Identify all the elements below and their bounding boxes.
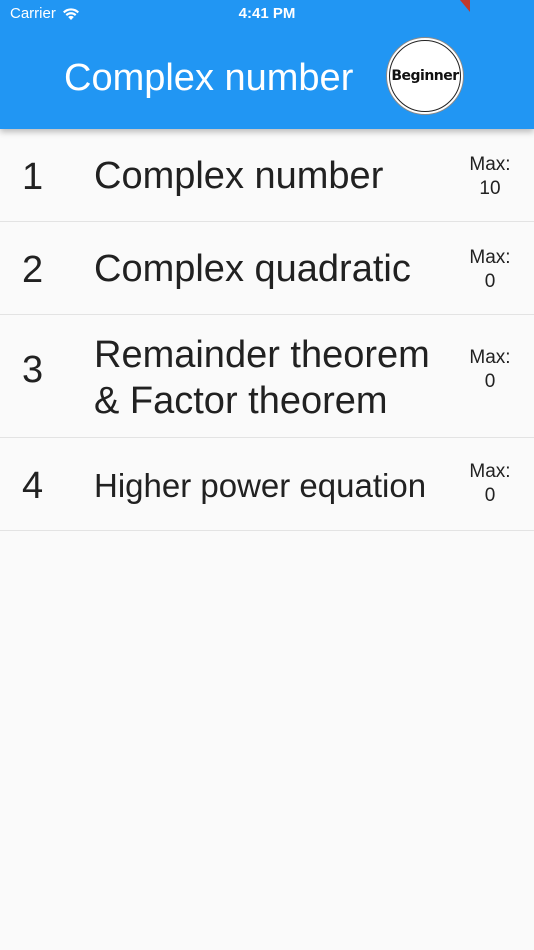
item-title: Remainder theorem & Factor theorem — [94, 332, 430, 424]
item-title: Higher power equation — [94, 467, 427, 504]
item-max: Max: 10 — [462, 153, 518, 201]
level-badge-button[interactable]: Beginner — [386, 37, 464, 115]
level-badge-label: Beginner — [389, 40, 461, 112]
item-max: Max: 0 — [462, 346, 518, 394]
list-item[interactable]: 3 Remainder theorem & Factor theorem Max… — [0, 315, 534, 438]
item-max: Max: 0 — [462, 246, 518, 294]
item-max: Max: 0 — [462, 460, 518, 508]
item-title: Complex quadratic — [94, 248, 411, 290]
max-value: 0 — [484, 485, 496, 506]
max-value: 0 — [484, 371, 496, 392]
max-label: Max: — [469, 347, 511, 368]
topic-list: 1 Complex number Max: 10 2 Complex quadr… — [0, 129, 534, 531]
list-item[interactable]: 2 Complex quadratic Max: 0 — [0, 222, 534, 315]
max-label: Max: — [469, 461, 511, 482]
list-item[interactable]: 4 Higher power equation Max: 0 — [0, 438, 534, 531]
app-bar: Carrier 4:41 PM Complex number Beginner — [0, 0, 534, 129]
status-time: 4:41 PM — [238, 5, 296, 22]
item-index: 2 — [22, 249, 44, 291]
max-value: 0 — [484, 271, 496, 292]
max-label: Max: — [469, 247, 511, 268]
status-bar: Carrier 4:41 PM — [0, 0, 534, 28]
item-title: Complex number — [94, 155, 384, 197]
max-label: Max: — [469, 154, 511, 175]
item-index: 4 — [22, 465, 44, 507]
item-index: 1 — [22, 156, 44, 198]
item-index: 3 — [22, 349, 44, 391]
max-value: 10 — [479, 178, 501, 199]
item-title-line: & Factor theorem — [94, 380, 388, 422]
list-item[interactable]: 1 Complex number Max: 10 — [0, 129, 534, 222]
page-title: Complex number — [64, 57, 354, 99]
item-title-line: Remainder theorem — [94, 334, 430, 376]
